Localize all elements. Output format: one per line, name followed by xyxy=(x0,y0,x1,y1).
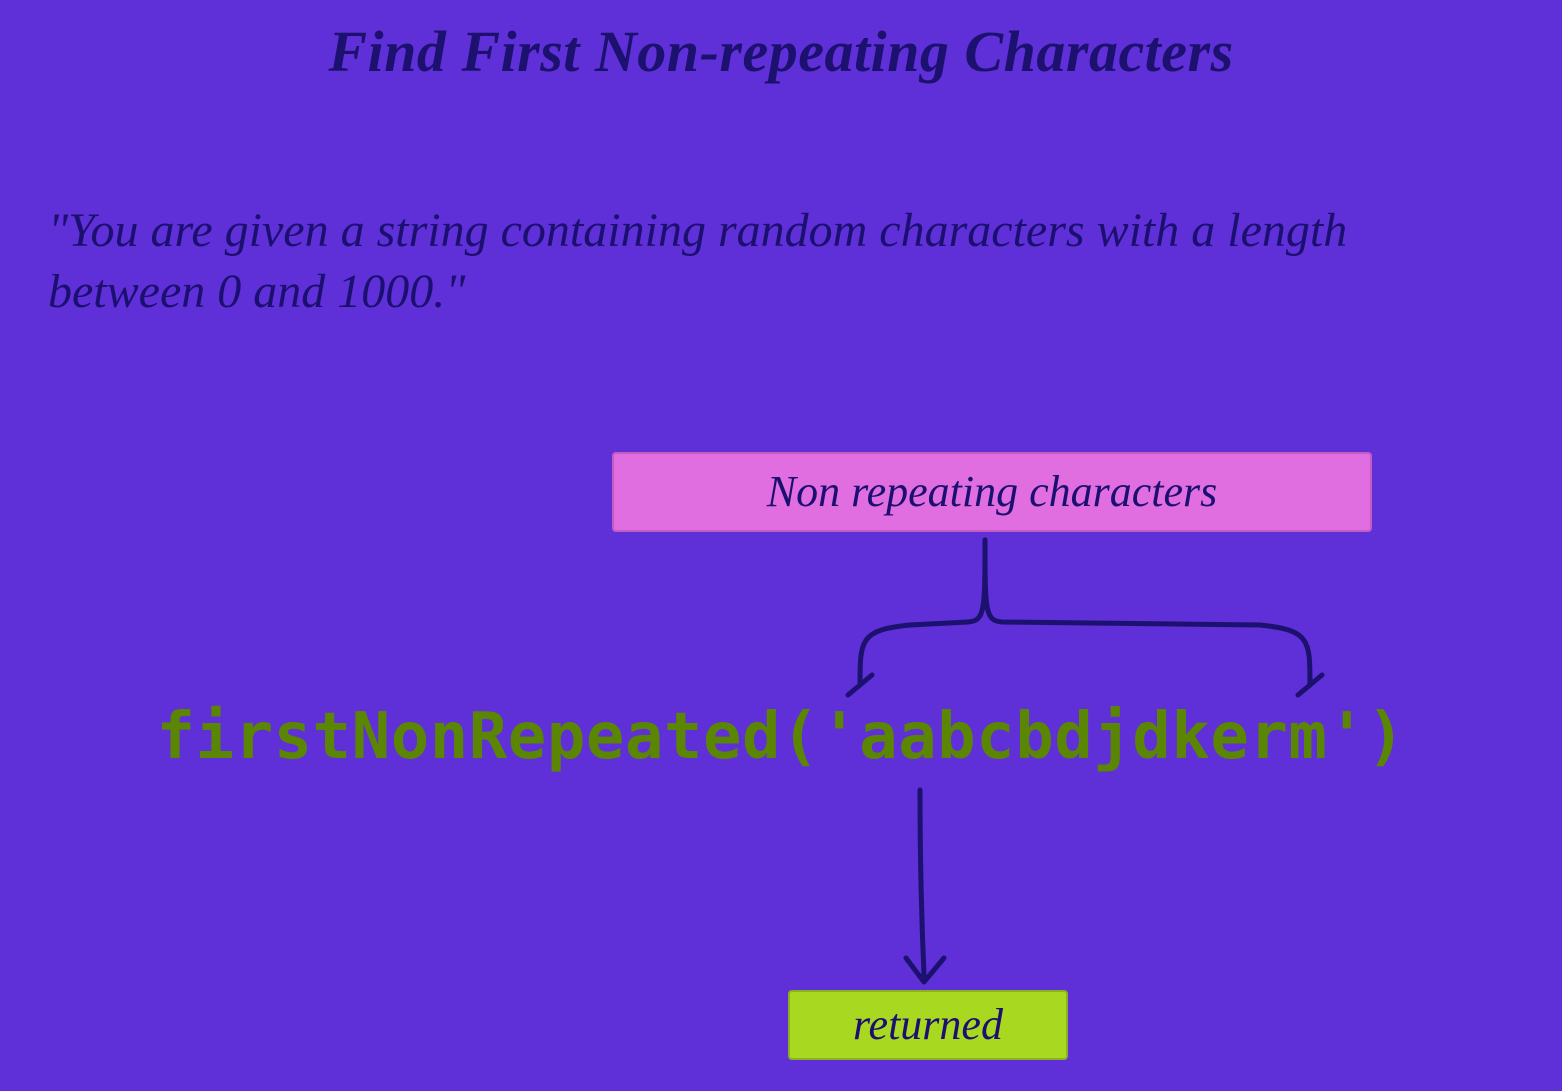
label-non-repeating: Non repeating characters xyxy=(612,452,1372,532)
annotation-arrows xyxy=(0,0,1562,1091)
diagram-canvas: Find First Non-repeating Characters "You… xyxy=(0,0,1562,1091)
diagram-title: Find First Non-repeating Characters xyxy=(0,18,1562,85)
label-returned: returned xyxy=(788,990,1068,1060)
code-example: firstNonRepeated('aabcbdjdkerm') xyxy=(0,700,1562,774)
diagram-description: "You are given a string containing rando… xyxy=(48,200,1514,323)
